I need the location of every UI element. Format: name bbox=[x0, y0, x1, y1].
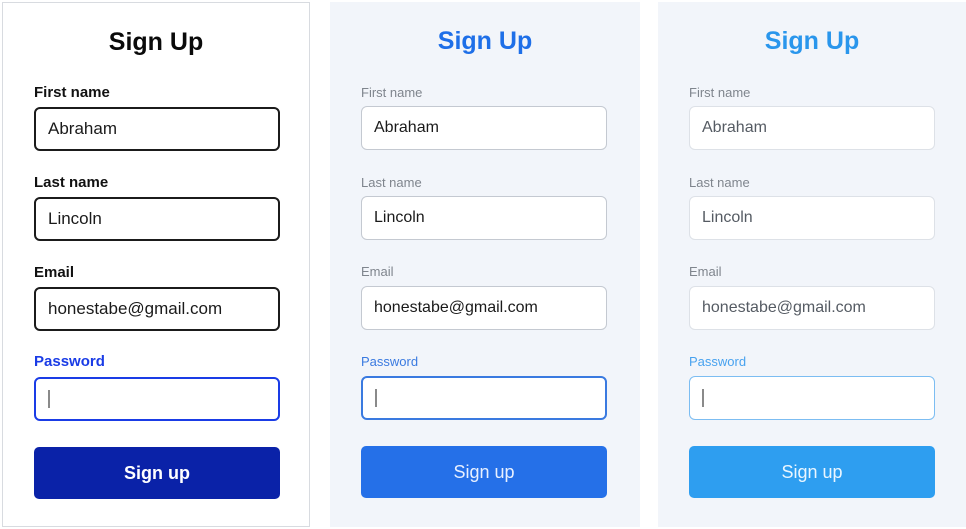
first-name-field[interactable]: Abraham bbox=[689, 106, 935, 150]
text-caret bbox=[702, 389, 704, 407]
sign-up-button[interactable]: Sign up bbox=[34, 447, 280, 499]
email-field[interactable]: honestabe@gmail.com bbox=[34, 287, 280, 331]
text-caret bbox=[48, 390, 50, 408]
sign-up-button[interactable]: Sign up bbox=[361, 446, 607, 498]
last-name-field[interactable]: Lincoln bbox=[689, 196, 935, 240]
canvas: Sign Up First name Abraham Last name Lin… bbox=[0, 0, 966, 529]
first-name-label: First name bbox=[361, 85, 423, 100]
first-name-field[interactable]: Abraham bbox=[34, 107, 280, 151]
last-name-label: Last name bbox=[689, 175, 750, 190]
first-name-field[interactable]: Abraham bbox=[361, 106, 607, 150]
email-label: Email bbox=[689, 264, 722, 279]
signup-form-medium-contrast: Sign Up First name Abraham Last name Lin… bbox=[330, 2, 640, 527]
password-label: Password bbox=[689, 354, 747, 369]
first-name-value: Abraham bbox=[374, 119, 439, 136]
last-name-field[interactable]: Lincoln bbox=[34, 197, 280, 241]
first-name-label: First name bbox=[689, 85, 751, 100]
sign-up-button[interactable]: Sign up bbox=[689, 446, 935, 498]
last-name-value: Lincoln bbox=[374, 209, 425, 226]
email-value: honestabe@gmail.com bbox=[374, 299, 538, 316]
signup-form-low-contrast: Sign Up First name Abraham Last name Lin… bbox=[658, 2, 966, 527]
first-name-label: First name bbox=[34, 84, 110, 101]
password-field[interactable] bbox=[689, 376, 935, 420]
email-field[interactable]: honestabe@gmail.com bbox=[689, 286, 935, 330]
password-label: Password bbox=[34, 353, 105, 370]
password-field[interactable] bbox=[361, 376, 607, 420]
text-caret bbox=[375, 389, 377, 407]
email-label: Email bbox=[361, 264, 394, 279]
last-name-label: Last name bbox=[361, 175, 422, 190]
last-name-value: Lincoln bbox=[48, 209, 102, 228]
last-name-field[interactable]: Lincoln bbox=[361, 196, 607, 240]
email-field[interactable]: honestabe@gmail.com bbox=[361, 286, 607, 330]
email-value: honestabe@gmail.com bbox=[702, 299, 866, 316]
first-name-value: Abraham bbox=[702, 119, 767, 136]
form-title: Sign Up bbox=[108, 28, 204, 56]
form-title: Sign Up bbox=[437, 27, 533, 55]
last-name-value: Lincoln bbox=[702, 209, 753, 226]
first-name-value: Abraham bbox=[48, 119, 117, 138]
email-value: honestabe@gmail.com bbox=[48, 299, 223, 318]
password-field[interactable] bbox=[34, 377, 280, 421]
last-name-label: Last name bbox=[34, 174, 109, 191]
password-label: Password bbox=[361, 354, 419, 369]
form-title: Sign Up bbox=[764, 27, 860, 55]
email-label: Email bbox=[34, 264, 75, 281]
signup-form-high-contrast: Sign Up First name Abraham Last name Lin… bbox=[2, 2, 310, 527]
